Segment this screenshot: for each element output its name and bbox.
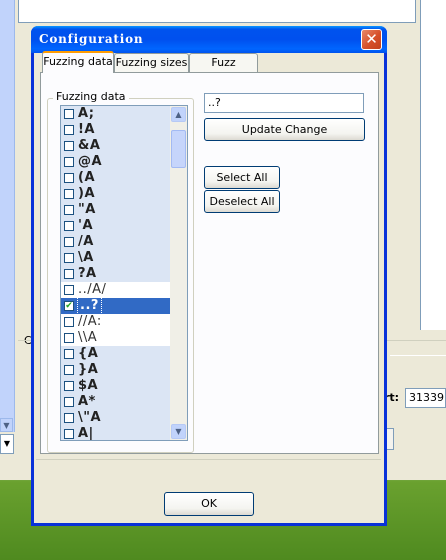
list-item[interactable]: ../A/ [61,282,170,298]
tab-fuzzing-data[interactable]: Fuzzing data [42,51,114,73]
list-item-label: A; [78,106,95,121]
deselect-all-button[interactable]: Deselect All [204,190,280,213]
checkbox[interactable] [64,317,74,327]
group-title: Fuzzing data [53,90,129,103]
checkbox[interactable] [64,413,74,423]
checklist-items: A; !A &A @A (A)A "A 'A/A \A ?A ../A/✔..?//A: \\A {A… [61,106,170,441]
tab-fuzzing-sizes[interactable]: Fuzzing sizes [114,53,189,72]
list-item[interactable]: \A [61,250,170,266]
list-item[interactable]: @A [61,154,170,170]
list-item[interactable]: (A [61,170,170,186]
list-item-label: \\A [78,330,98,345]
checkbox[interactable] [64,365,74,375]
checkbox[interactable] [64,189,74,199]
background-bar [390,355,446,376]
close-icon[interactable]: ✕ [361,29,382,50]
checkbox[interactable] [64,221,74,231]
list-item[interactable]: \"A [61,410,170,426]
background-text-panel [18,0,416,23]
list-item-label: ?A [78,266,97,281]
list-item[interactable]: 'A [61,218,170,234]
checkmark-icon[interactable]: ✔ [64,301,74,311]
dialog-separator [36,459,381,460]
chevron-up-icon[interactable]: ▲ [171,107,186,122]
dialog-titlebar[interactable]: Configuration ✕ [31,26,387,53]
checkbox[interactable] [64,173,74,183]
list-item[interactable]: //A: [61,314,170,330]
list-item[interactable]: $A [61,378,170,394]
checkbox[interactable] [64,157,74,167]
list-item[interactable]: \\A [61,330,170,346]
ok-button[interactable]: OK [164,492,254,516]
tab-fuzz-options[interactable]: Fuzz options [189,53,258,86]
background-scrollbar[interactable] [0,0,15,432]
list-item[interactable]: /A [61,234,170,250]
checkbox[interactable] [64,125,74,135]
fuzzing-data-checklist[interactable]: A; !A &A @A (A)A "A 'A/A \A ?A ../A/✔..?//A: \\A {A… [60,105,188,441]
checklist-scrollbar[interactable]: ▲ ▼ [170,106,187,440]
list-item[interactable]: ?A [61,266,170,282]
port-input[interactable]: 31339 [405,388,446,408]
list-item-label: A| [78,426,94,441]
list-item[interactable]: A| [61,426,170,441]
list-item[interactable]: {A [61,346,170,362]
list-item[interactable]: &A [61,138,170,154]
list-item[interactable]: !A [61,122,170,138]
configuration-dialog: Configuration ✕ Fuzzing data Fuzzing siz… [31,26,387,526]
checkbox[interactable] [64,285,74,295]
checkbox[interactable] [64,397,74,407]
list-item-label: //A: [78,314,102,329]
checkbox[interactable] [64,381,74,391]
list-item-label: @A [78,154,103,169]
list-item[interactable]: "A [61,202,170,218]
list-item[interactable]: )A [61,186,170,202]
list-item-label: !A [78,122,95,137]
list-item-label: \A [78,250,94,265]
checkbox[interactable] [64,269,74,279]
checkbox[interactable] [64,333,74,343]
checkbox[interactable] [64,205,74,215]
list-item-label: /A [78,234,94,249]
list-item-label: "A [78,202,96,217]
fuzz-value-input[interactable]: ..? [204,93,364,113]
scrollbar-thumb[interactable] [171,130,186,168]
checkbox[interactable] [64,237,74,247]
list-item-label: )A [78,186,96,201]
list-item[interactable]: }A [61,362,170,378]
checkbox[interactable] [64,429,74,439]
list-item-label: &A [78,138,101,153]
dialog-title: Configuration [39,32,144,46]
list-item[interactable]: A; [61,106,170,122]
update-change-button[interactable]: Update Change [204,118,365,141]
list-item[interactable]: ✔..? [61,297,170,315]
checkbox[interactable] [64,349,74,359]
checkbox[interactable] [64,253,74,263]
checkbox[interactable] [64,109,74,119]
select-all-button[interactable]: Select All [204,166,280,189]
list-item-label: {A [78,346,99,361]
list-item-label: 'A [78,218,94,233]
background-dropdown[interactable]: ▼ [0,434,14,454]
list-item-label: (A [78,170,96,185]
list-item-label: \"A [78,410,102,425]
list-item-label: $A [78,378,99,393]
list-item-label: A* [78,394,96,409]
list-item-label: }A [78,362,99,377]
checkbox[interactable] [64,141,74,151]
chevron-down-icon[interactable]: ▼ [0,418,13,432]
list-item[interactable]: A* [61,394,170,410]
background-right-panel [420,0,446,330]
list-item-label: ../A/ [78,282,107,297]
chevron-down-icon[interactable]: ▼ [171,424,186,439]
background-button[interactable] [386,428,394,450]
list-item-label: ..? [77,297,102,315]
